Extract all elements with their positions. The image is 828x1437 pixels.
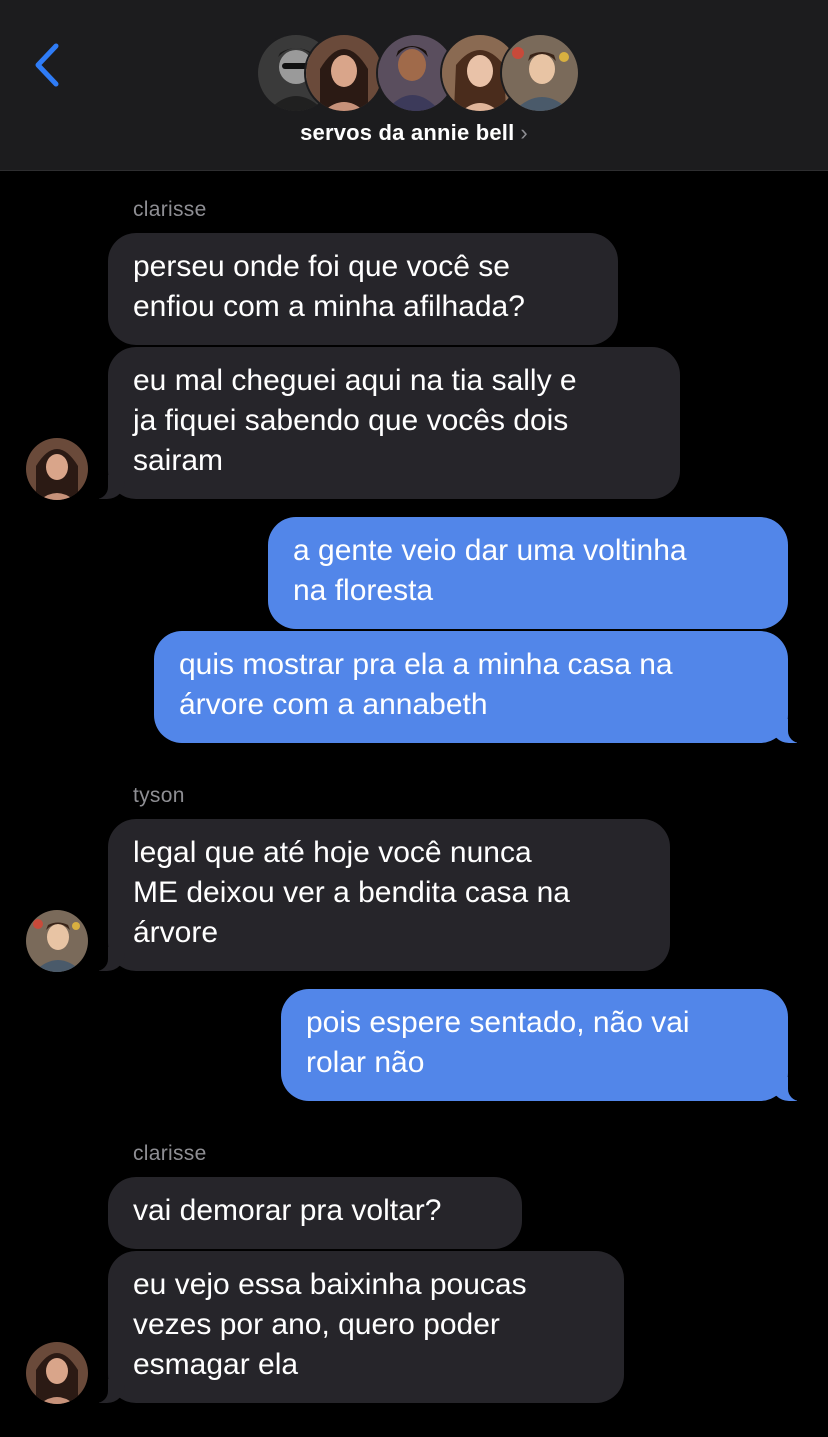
message-text: eu vejo essa baixinha poucas vezes por a… <box>133 1268 527 1381</box>
back-button[interactable] <box>28 38 68 94</box>
avatar[interactable] <box>26 910 88 972</box>
avatar[interactable] <box>26 438 88 500</box>
chat-header: servos da annie bell › <box>0 0 828 171</box>
group-name-label: servos da annie bell <box>300 120 515 145</box>
avatar <box>304 33 384 113</box>
message-text: a gente veio dar uma voltinha na florest… <box>293 534 687 607</box>
message-text: legal que até hoje você nunca ME deixou … <box>133 836 570 949</box>
message-text: pois espere sentado, não vai rolar não <box>306 1006 690 1079</box>
message-bubble-incoming[interactable]: eu vejo essa baixinha poucas vezes por a… <box>84 1251 624 1403</box>
message-text: perseu onde foi que você se enfiou com a… <box>133 250 525 323</box>
message-bubble-incoming[interactable]: eu mal cheguei aqui na tia sally e ja fi… <box>84 347 680 499</box>
message-text: quis mostrar pra ela a minha casa na árv… <box>179 648 673 721</box>
message-bubble-outgoing[interactable]: quis mostrar pra ela a minha casa na árv… <box>154 631 812 743</box>
message-bubble-incoming[interactable]: legal que até hoje você nunca ME deixou … <box>84 819 670 971</box>
message-bubble-incoming[interactable]: perseu onde foi que você se enfiou com a… <box>108 233 618 345</box>
message-text: vai demorar pra voltar? <box>133 1194 442 1227</box>
chevron-left-icon <box>35 43 59 87</box>
message-bubble-incoming[interactable]: vai demorar pra voltar? <box>108 1177 522 1249</box>
message-bubble-outgoing[interactable]: a gente veio dar uma voltinha na florest… <box>268 517 788 629</box>
sender-label: clarisse <box>133 198 207 221</box>
group-name-button[interactable]: servos da annie bell › <box>0 120 828 146</box>
sender-label: clarisse <box>133 1142 207 1165</box>
avatar <box>500 33 580 113</box>
sender-label: tyson <box>133 784 185 807</box>
avatar[interactable] <box>26 1342 88 1404</box>
message-text: eu mal cheguei aqui na tia sally e ja fi… <box>133 364 577 477</box>
group-avatars[interactable] <box>256 33 580 113</box>
chevron-right-icon: › <box>520 120 528 145</box>
message-bubble-outgoing[interactable]: pois espere sentado, não vai rolar não <box>281 989 812 1101</box>
